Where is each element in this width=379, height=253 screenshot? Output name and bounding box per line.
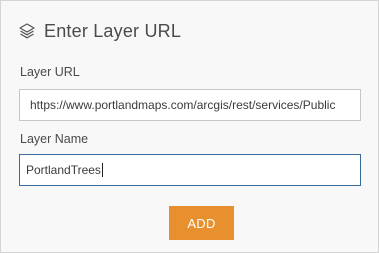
layer-url-label: Layer URL [20,65,80,79]
text-caret [101,162,103,177]
enter-layer-url-panel: Enter Layer URL Layer URL https://www.po… [0,0,379,253]
panel-header: Enter Layer URL [18,19,181,43]
layer-name-label: Layer Name [20,132,89,146]
layer-name-value: PortlandTrees [26,163,101,177]
layer-url-value: https://www.portlandmaps.com/arcgis/rest… [30,98,336,112]
panel-title: Enter Layer URL [44,20,182,41]
layers-icon [18,22,36,40]
layer-url-input[interactable]: https://www.portlandmaps.com/arcgis/rest… [19,89,361,121]
layer-name-input[interactable]: PortlandTrees [19,154,361,186]
add-button[interactable]: ADD [169,206,234,240]
